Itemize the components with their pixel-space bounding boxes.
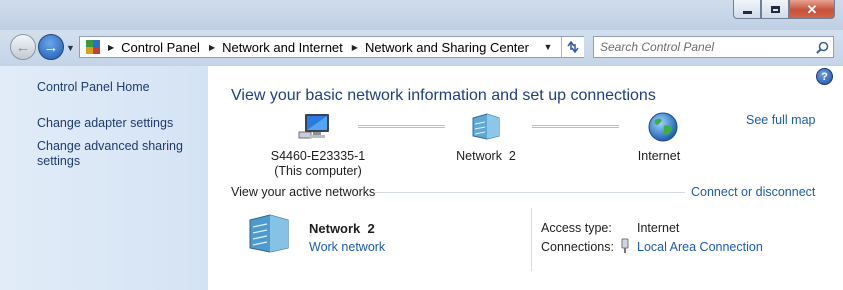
computer-icon[interactable] [298,112,332,140]
minimize-icon [742,10,752,14]
window-controls: ✕ [733,0,835,19]
active-networks-heading: View your active networks [231,185,376,199]
connections-label: Connections: [541,240,614,254]
search-icon[interactable] [811,41,833,54]
sidebar-item-change-adapter-settings[interactable]: Change adapter settings [37,116,197,131]
refresh-icon [567,40,579,54]
globe-icon[interactable] [647,111,679,143]
local-area-connection-link[interactable]: Local Area Connection [637,240,763,254]
title-bar: ✕ [0,0,843,30]
back-button[interactable]: ← [10,34,36,60]
active-network-name: Network 2 [309,221,375,236]
main-content: ? View your basic network information an… [208,66,843,290]
help-icon[interactable]: ? [816,68,833,85]
network-icon[interactable] [471,112,501,140]
page-title: View your basic network information and … [231,87,656,104]
network-icon [249,214,289,253]
control-panel-icon [86,40,100,54]
access-type-label: Access type: [541,221,612,235]
network-type-link[interactable]: Work network [309,240,385,254]
sidebar-item-change-advanced-sharing-settings[interactable]: Change advanced sharing settings [37,139,187,169]
close-button[interactable]: ✕ [789,0,835,19]
computer-note: (This computer) [274,164,362,178]
maximize-button[interactable] [761,0,789,19]
refresh-button[interactable] [561,37,584,57]
recent-pages-dropdown[interactable]: ▼ [66,43,75,53]
navigation-bar: ← → ▼ ▶ Control Panel ▶ Network and Inte… [0,30,843,66]
breadcrumb-network-and-sharing-center[interactable]: Network and Sharing Center [365,40,529,55]
forward-button[interactable]: → [38,34,64,60]
network-node-label: Network 2 [456,149,516,163]
minimize-button[interactable] [733,0,761,19]
maximize-icon [770,5,780,13]
divider [375,192,685,193]
address-bar[interactable]: ▶ Control Panel ▶ Network and Internet ▶… [79,36,584,58]
vertical-divider [531,208,532,271]
sidebar-item-control-panel-home[interactable]: Control Panel Home [37,80,197,95]
sidebar: Control Panel Home Change adapter settin… [0,66,208,290]
connection-line [532,125,619,128]
ethernet-icon [621,238,629,253]
address-dropdown-icon[interactable]: ▼ [541,42,555,52]
arrow-right-icon: → [43,38,59,56]
computer-node-label: S4460-E23335-1 (This computer) [262,149,374,179]
chevron-right-icon[interactable]: ▶ [209,43,215,52]
internet-node-label: Internet [637,149,681,163]
chevron-right-icon[interactable]: ▶ [352,43,358,52]
search-input[interactable] [594,39,811,55]
computer-name: S4460-E23335-1 [270,149,366,163]
search-box[interactable] [593,36,834,58]
connect-or-disconnect-link[interactable]: Connect or disconnect [691,185,815,199]
breadcrumb-network-and-internet[interactable]: Network and Internet [222,40,343,55]
access-type-value: Internet [637,221,680,235]
breadcrumb-control-panel[interactable]: Control Panel [121,40,200,55]
close-icon: ✕ [806,1,818,17]
arrow-left-icon: ← [15,38,31,56]
connection-line [358,125,445,128]
see-full-map-link[interactable]: See full map [746,113,815,127]
chevron-right-icon[interactable]: ▶ [108,43,114,52]
